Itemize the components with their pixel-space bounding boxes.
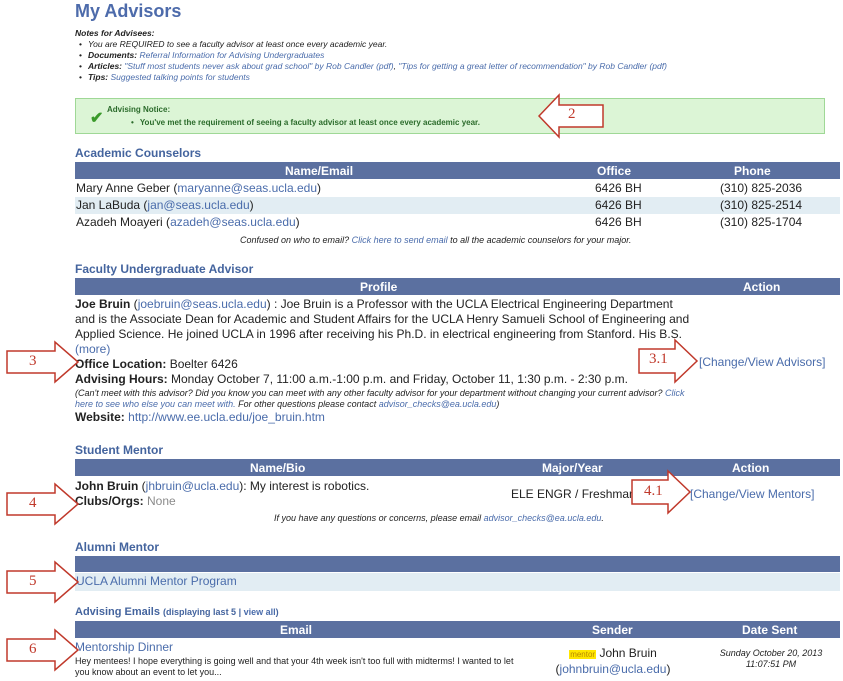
col-name-email: Name/Email xyxy=(285,164,354,178)
advising-notice: ✔ Advising Notice: You've met the requir… xyxy=(75,98,825,134)
mentor-major-year: ELE ENGR / Freshman xyxy=(511,487,636,501)
col-action: Action xyxy=(743,280,781,294)
article-recommendation-link[interactable]: "Tips for getting a great letter of reco… xyxy=(398,61,667,71)
callout-number: 6 xyxy=(29,641,37,657)
col-phone: Phone xyxy=(734,164,771,178)
notes-heading: Notes for Advisees: xyxy=(75,28,155,38)
checkmark-icon: ✔ xyxy=(90,110,104,127)
notice-title: Advising Notice: xyxy=(107,105,171,114)
mentor-info: John Bruin (jhbruin@ucla.edu): My intere… xyxy=(75,479,369,509)
advisor-checks-email-link[interactable]: advisor_checks@ea.ucla.edu xyxy=(379,399,497,409)
callout-arrow-3: 3 xyxy=(5,340,80,384)
callout-arrow-3-1: 3.1 xyxy=(637,338,699,384)
article-grad-school-link[interactable]: "Stuff most students never ask about gra… xyxy=(124,61,393,71)
callout-number: 3.1 xyxy=(649,351,668,367)
callout-arrow-4-1: 4.1 xyxy=(630,469,692,515)
counselors-footer: Confused on who to email? Click here to … xyxy=(240,235,632,245)
col-email: Email xyxy=(280,623,313,637)
emails-table-header: Email Sender Date Sent xyxy=(75,621,840,638)
faculty-table-header: Profile Action xyxy=(75,278,840,295)
callout-number: 2 xyxy=(568,106,576,122)
table-row: Mary Anne Geber (maryanne@seas.ucla.edu)… xyxy=(76,181,803,195)
email-sender: mentor John Bruin (johnbruin@ucla.edu) xyxy=(555,646,671,676)
col-major-year: Major/Year xyxy=(542,461,603,475)
mentor-email-link[interactable]: jhbruin@ucla.edu xyxy=(146,479,240,493)
email-subject-link[interactable]: Mentorship Dinner xyxy=(75,640,173,654)
callout-arrow-5: 5 xyxy=(5,560,80,604)
mentor-bio: John Bruin (jhbruin@ucla.edu): My intere… xyxy=(75,479,370,493)
col-office: Office xyxy=(597,164,632,178)
alumni-title: Alumni Mentor xyxy=(75,540,159,554)
mentor-title: Student Mentor xyxy=(75,443,163,457)
callout-arrow-2: 2 xyxy=(537,92,605,140)
advisee-notes: Notes for Advisees: You are REQUIRED to … xyxy=(75,28,667,83)
callout-number: 4.1 xyxy=(644,483,663,499)
alumni-row: UCLA Alumni Mentor Program xyxy=(75,573,840,591)
emails-title-bar: Advising Emails (displaying last 5 | vie… xyxy=(75,606,279,618)
emails-title: Advising Emails xyxy=(75,606,160,618)
more-link[interactable]: (more) xyxy=(75,342,110,356)
faculty-title: Faculty Undergraduate Advisor xyxy=(75,262,254,276)
alumni-mentor-program-link[interactable]: UCLA Alumni Mentor Program xyxy=(76,574,237,588)
faculty-email-link[interactable]: joebruin@seas.ucla.edu xyxy=(138,297,267,311)
advisor-checks-email-link[interactable]: advisor_checks@ea.ucla.edu xyxy=(484,513,602,523)
col-action: Action xyxy=(732,461,770,475)
notes-item-documents: Documents: Referral Information for Advi… xyxy=(79,50,667,61)
callout-number: 4 xyxy=(29,495,37,511)
tips-link[interactable]: Suggested talking points for students xyxy=(111,72,250,82)
email-date-sent: Sunday October 20, 2013 11:07:51 PM xyxy=(719,648,823,669)
office-location: Office Location: Boelter 6426 xyxy=(75,357,238,371)
counselor-email-link[interactable]: maryanne@seas.ucla.edu xyxy=(177,181,317,195)
callout-arrow-4: 4 xyxy=(5,482,80,526)
advising-hours: Advising Hours: Monday October 7, 11:00 … xyxy=(75,372,628,386)
right-arrow-icon xyxy=(6,628,80,672)
mentor-table-header: Name/Bio Major/Year Action xyxy=(75,459,840,476)
counselors-table-header: Name/Email Office Phone xyxy=(75,162,840,179)
mentor-footer: If you have any questions or concerns, p… xyxy=(274,513,604,523)
right-arrow-icon xyxy=(638,338,699,384)
notes-item-articles: Articles: "Stuff most students never ask… xyxy=(79,61,667,72)
notes-item-required: You are REQUIRED to see a faculty adviso… xyxy=(79,39,667,50)
mentor-clubs: Clubs/Orgs: None xyxy=(75,494,176,508)
page-title: My Advisors xyxy=(75,1,182,21)
col-date-sent: Date Sent xyxy=(742,623,798,637)
email-preview: Hey mentees! I hope everything is going … xyxy=(75,656,514,677)
callout-number: 5 xyxy=(29,573,37,589)
mentor-badge: mentor xyxy=(569,650,597,659)
col-name-bio: Name/Bio xyxy=(250,461,306,475)
table-row: Jan LaBuda (jan@seas.ucla.edu) 6426 BH (… xyxy=(75,197,840,214)
table-row: Azadeh Moayeri (azadeh@seas.ucla.edu) 64… xyxy=(76,215,803,229)
sender-email-link[interactable]: johnbruin@ucla.edu xyxy=(560,662,667,676)
faculty-bio: Joe Bruin (joebruin@seas.ucla.edu) : Joe… xyxy=(75,297,690,356)
faculty-profile: Joe Bruin (joebruin@seas.ucla.edu) : Joe… xyxy=(75,297,690,425)
right-arrow-icon xyxy=(6,560,80,604)
notice-message: You've met the requirement of seeing a f… xyxy=(131,118,480,127)
alumni-table-header xyxy=(75,556,840,572)
counselor-email-link[interactable]: azadeh@seas.ucla.edu xyxy=(170,215,296,229)
change-view-mentors-link[interactable]: [Change/View Mentors] xyxy=(690,487,815,501)
counselor-email-link[interactable]: jan@seas.ucla.edu xyxy=(147,198,249,212)
view-all-emails-link[interactable]: view all xyxy=(244,607,276,617)
right-arrow-icon xyxy=(6,482,80,526)
website-link[interactable]: http://www.ee.ucla.edu/joe_bruin.htm xyxy=(128,410,325,424)
emails-subtitle: (displaying last 5 | view all) xyxy=(163,607,279,617)
change-view-advisors-link[interactable]: [Change/View Advisors] xyxy=(699,355,826,369)
faculty-website: Website: http://www.ee.ucla.edu/joe_brui… xyxy=(75,410,325,424)
advisor-note: (Can't meet with this advisor? Did you k… xyxy=(75,388,685,409)
right-arrow-icon xyxy=(6,340,80,384)
callout-number: 3 xyxy=(29,353,37,369)
documents-link[interactable]: Referral Information for Advising Underg… xyxy=(139,50,324,60)
col-sender: Sender xyxy=(592,623,633,637)
send-email-counselors-link[interactable]: Click here to send email xyxy=(352,235,448,245)
notes-item-tips: Tips: Suggested talking points for stude… xyxy=(79,72,667,83)
col-profile: Profile xyxy=(360,280,398,294)
callout-arrow-6: 6 xyxy=(5,628,80,672)
counselors-title: Academic Counselors xyxy=(75,146,202,160)
